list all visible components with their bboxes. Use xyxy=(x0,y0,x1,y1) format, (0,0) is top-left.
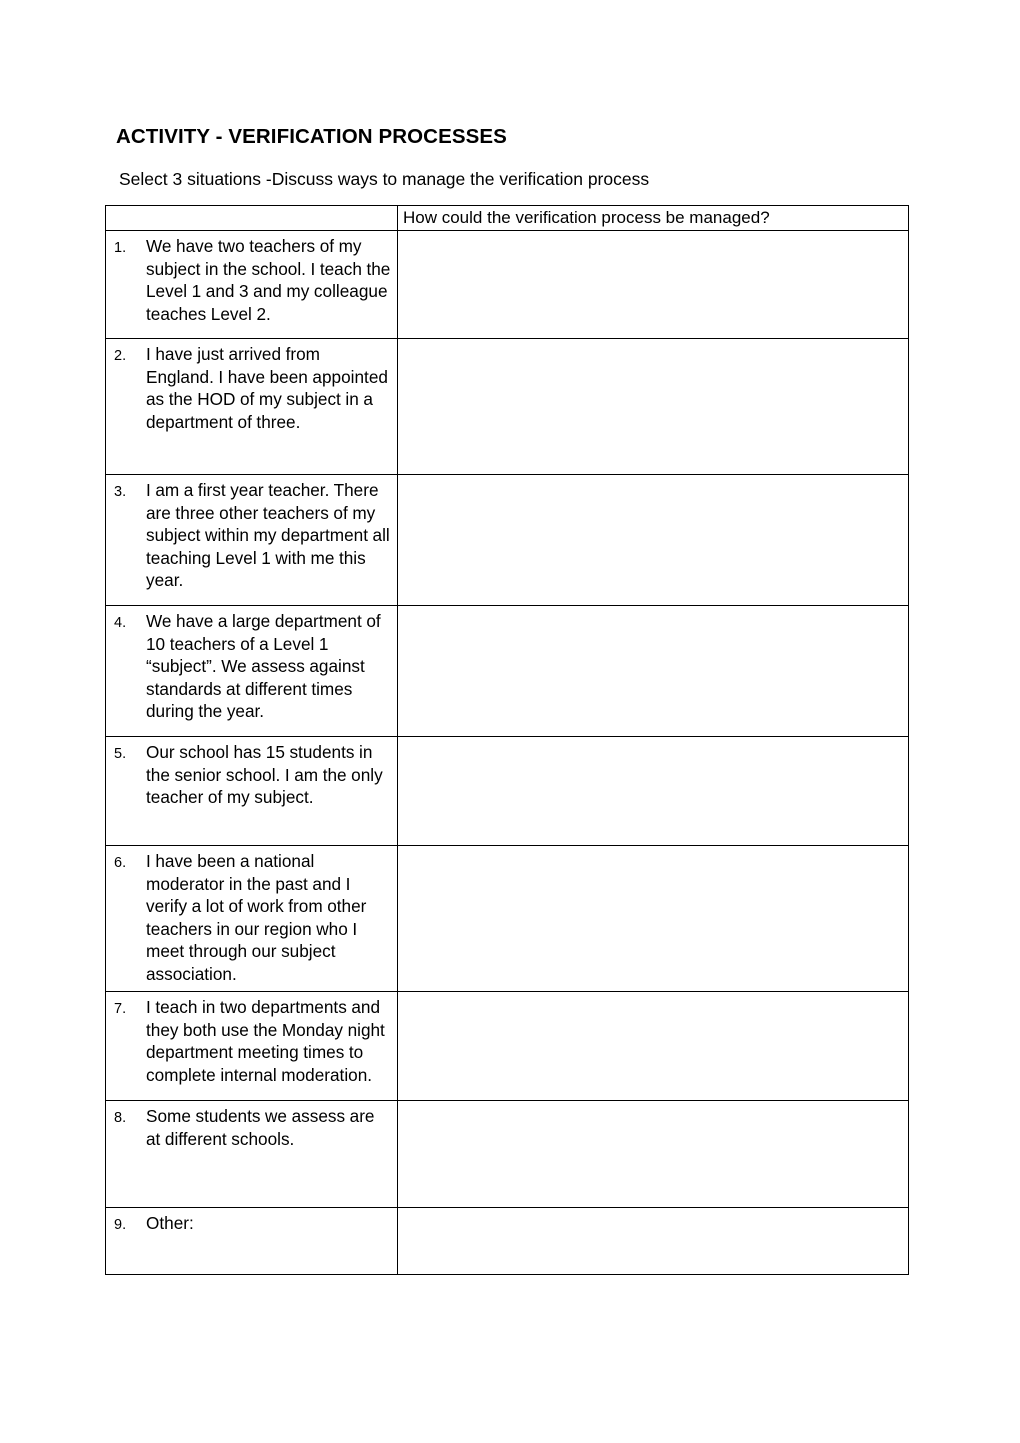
table-row: 6. I have been a national moderator in t… xyxy=(105,845,909,992)
situation-text: I teach in two departments and they both… xyxy=(146,997,385,1085)
situation-item: 8. Some students we assess are at differ… xyxy=(106,1101,397,1156)
answer-cell[interactable] xyxy=(397,1207,909,1275)
situation-number: 3. xyxy=(114,484,127,500)
situation-item: 3. I am a first year teacher. There are … xyxy=(106,475,397,598)
header-cell-right: How could the verification process be ma… xyxy=(397,205,909,231)
situations-table: How could the verification process be ma… xyxy=(105,205,909,1275)
answer-cell[interactable] xyxy=(397,845,909,992)
situation-text: We have two teachers of my subject in th… xyxy=(146,236,391,324)
header-right-label: How could the verification process be ma… xyxy=(403,208,770,227)
situation-item: 5. Our school has 15 students in the sen… xyxy=(106,737,397,815)
document-page: ACTIVITY - VERIFICATION PROCESSES Select… xyxy=(0,0,1020,1443)
situation-cell: 9. Other: xyxy=(105,1207,398,1275)
table-row: 9. Other: xyxy=(105,1207,909,1275)
situation-number: 8. xyxy=(114,1110,127,1126)
situation-cell: 4. We have a large department of 10 teac… xyxy=(105,605,398,737)
answer-cell[interactable] xyxy=(397,338,909,475)
table-row: 2. I have just arrived from England. I h… xyxy=(105,338,909,475)
table-header-row: How could the verification process be ma… xyxy=(105,205,909,231)
situation-number: 4. xyxy=(114,615,127,631)
situation-text: Other: xyxy=(146,1213,194,1233)
situation-text: I have just arrived from England. I have… xyxy=(146,344,388,432)
situation-item: 9. Other: xyxy=(106,1208,397,1241)
situation-text: Our school has 15 students in the senior… xyxy=(146,742,383,807)
situation-cell: 7. I teach in two departments and they b… xyxy=(105,991,398,1101)
answer-cell[interactable] xyxy=(397,474,909,606)
situation-number: 9. xyxy=(114,1217,127,1233)
header-cell-left xyxy=(105,205,398,231)
situation-item: 4. We have a large department of 10 teac… xyxy=(106,606,397,729)
situation-text: Some students we assess are at different… xyxy=(146,1106,375,1149)
answer-cell[interactable] xyxy=(397,605,909,737)
table-row: 3. I am a first year teacher. There are … xyxy=(105,474,909,606)
situation-cell: 5. Our school has 15 students in the sen… xyxy=(105,736,398,846)
table-row: 7. I teach in two departments and they b… xyxy=(105,991,909,1101)
situation-cell: 6. I have been a national moderator in t… xyxy=(105,845,398,992)
page-title: ACTIVITY - VERIFICATION PROCESSES xyxy=(116,125,507,148)
situation-number: 5. xyxy=(114,746,127,762)
situation-text: We have a large department of 10 teacher… xyxy=(146,611,381,721)
situation-cell: 2. I have just arrived from England. I h… xyxy=(105,338,398,475)
header-left-label xyxy=(106,206,397,230)
situation-number: 2. xyxy=(114,348,127,364)
table-row: 4. We have a large department of 10 teac… xyxy=(105,605,909,737)
table-row: 5. Our school has 15 students in the sen… xyxy=(105,736,909,846)
situation-cell: 1. We have two teachers of my subject in… xyxy=(105,230,398,339)
situation-item: 6. I have been a national moderator in t… xyxy=(106,846,397,991)
answer-cell[interactable] xyxy=(397,736,909,846)
situation-text: I have been a national moderator in the … xyxy=(146,851,367,984)
situation-item: 2. I have just arrived from England. I h… xyxy=(106,339,397,439)
answer-cell[interactable] xyxy=(397,1100,909,1208)
situation-number: 1. xyxy=(114,240,127,256)
situation-text: I am a first year teacher. There are thr… xyxy=(146,480,390,590)
page-subtitle: Select 3 situations -Discuss ways to man… xyxy=(119,169,650,189)
table-row: 8. Some students we assess are at differ… xyxy=(105,1100,909,1208)
answer-cell[interactable] xyxy=(397,230,909,339)
table-row: 1. We have two teachers of my subject in… xyxy=(105,230,909,339)
situation-item: 1. We have two teachers of my subject in… xyxy=(106,231,397,331)
situation-cell: 3. I am a first year teacher. There are … xyxy=(105,474,398,606)
situation-cell: 8. Some students we assess are at differ… xyxy=(105,1100,398,1208)
situation-item: 7. I teach in two departments and they b… xyxy=(106,992,397,1092)
answer-cell[interactable] xyxy=(397,991,909,1101)
situation-number: 6. xyxy=(114,855,127,871)
situation-number: 7. xyxy=(114,1001,127,1017)
